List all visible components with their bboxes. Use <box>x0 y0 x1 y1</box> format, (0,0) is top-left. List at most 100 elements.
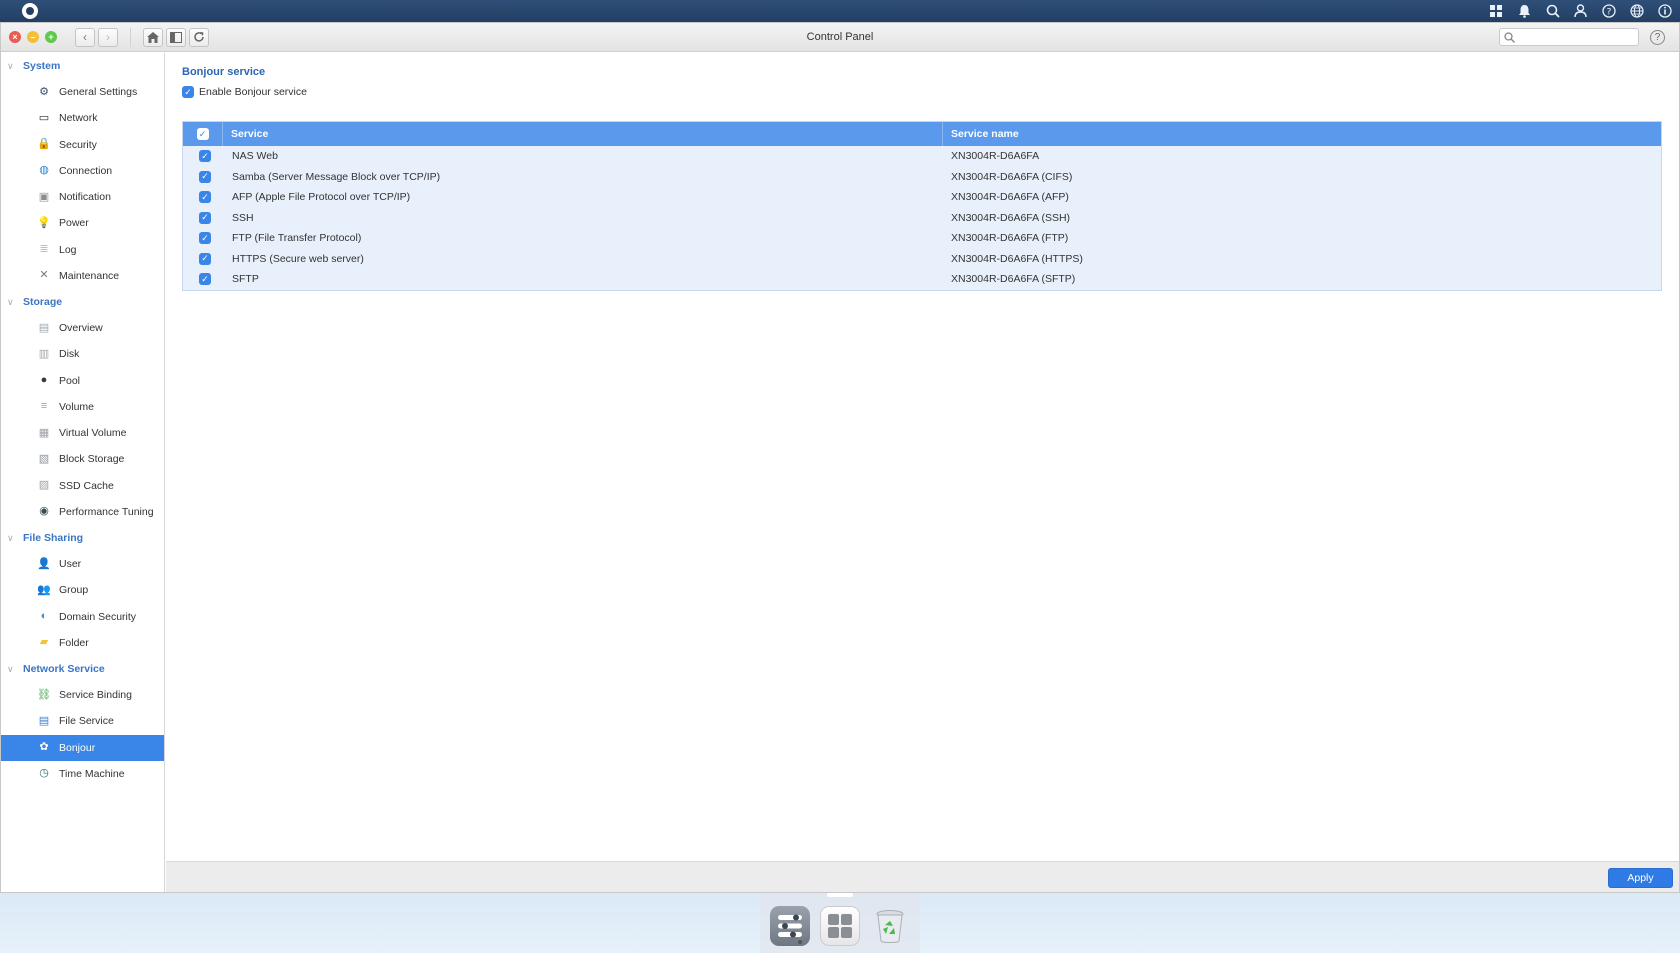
enable-bonjour-option[interactable]: ✓ Enable Bonjour service <box>182 86 307 98</box>
table-row[interactable]: ✓ SSH XN3004R-D6A6FA (SSH) <box>183 208 1661 229</box>
search-icon <box>1504 31 1515 43</box>
search-input[interactable] <box>1519 31 1629 43</box>
sidebar-item-group[interactable]: 👥 Group <box>1 577 164 603</box>
sidebar-item-domain-security[interactable]: ◐ Domain Security <box>1 604 164 630</box>
toggle-sidebar-button[interactable] <box>166 27 186 47</box>
sidebar-item-maintenance[interactable]: ✕ Maintenance <box>1 263 164 289</box>
sidebar-section-network-service[interactable]: ∨ Network Service <box>1 656 164 682</box>
sidebar-item-block-storage[interactable]: ▧ Block Storage <box>1 446 164 472</box>
sidebar-item-network[interactable]: ▭ Network <box>1 105 164 131</box>
maximize-window-button[interactable]: + <box>45 31 57 43</box>
row-checkbox[interactable]: ✓ <box>199 252 211 265</box>
sidebar-item-service-binding[interactable]: ⛓ Service Binding <box>1 682 164 708</box>
folder-icon: ▰ <box>39 636 49 649</box>
column-header-service-name[interactable]: Service name <box>943 128 1661 140</box>
notification-bell-icon[interactable] <box>1517 4 1532 19</box>
sidebar-item-label: Performance Tuning <box>59 505 154 518</box>
system-info-icon[interactable] <box>1657 4 1672 19</box>
table-row[interactable]: ✓ FTP (File Transfer Protocol) XN3004R-D6A… <box>183 228 1661 249</box>
services-table: ✓ Service Service name ✓ NAS Web XN3004R-D… <box>182 121 1662 291</box>
sidebar-item-notification[interactable]: ▣ Notification <box>1 184 164 210</box>
apps-grid-icon[interactable] <box>1489 4 1504 19</box>
sidebar-item-log[interactable]: ≣ Log <box>1 237 164 263</box>
minimize-window-button[interactable]: – <box>27 31 39 43</box>
bonjour-icon: ✿ <box>39 741 49 754</box>
sidebar-section-storage[interactable]: ∨ Storage <box>1 289 164 315</box>
dock-app-center[interactable] <box>820 906 860 946</box>
service-cell: Samba (Server Message Block over TCP/IP) <box>232 170 441 183</box>
row-checkbox[interactable]: ✓ <box>199 150 211 163</box>
file-service-icon: ▤ <box>38 714 50 727</box>
sidebar-section-file-sharing[interactable]: ∨ File Sharing <box>1 525 164 551</box>
sidebar-item-label: Disk <box>59 348 80 361</box>
sidebar-item-label: Time Machine <box>59 767 125 780</box>
overview-icon: ▤ <box>38 321 50 334</box>
help-icon[interactable]: ? <box>1601 4 1616 19</box>
sidebar-item-power[interactable]: 💡 Power <box>1 210 164 236</box>
check-icon: ✓ <box>201 212 209 223</box>
sidebar-item-security[interactable]: 🔒 Security <box>1 132 164 158</box>
sidebar-item-label: Virtual Volume <box>59 427 127 440</box>
forward-button[interactable]: › <box>98 27 118 47</box>
table-row[interactable]: ✓ AFP (Apple File Protocol over TCP/IP) XN… <box>183 187 1661 208</box>
sidebar-item-label: Pool <box>59 374 81 387</box>
search-icon[interactable] <box>1545 4 1560 19</box>
row-checkbox[interactable]: ✓ <box>199 191 211 204</box>
dock-handle[interactable] <box>827 893 853 897</box>
sidebar-item-label: File Service <box>59 715 114 728</box>
language-globe-icon[interactable] <box>1629 4 1644 19</box>
column-header-service[interactable]: Service <box>223 122 943 146</box>
sidebar-item-performance-tuning[interactable]: ◉ Performance Tuning <box>1 499 164 525</box>
help-button[interactable]: ? <box>1650 30 1665 45</box>
group-icon: 👥 <box>37 583 51 596</box>
apply-button[interactable]: Apply <box>1608 868 1673 888</box>
os-logo-icon[interactable] <box>22 3 38 19</box>
user-account-icon[interactable] <box>1573 4 1588 19</box>
sidebar-section-system[interactable]: ∨ System <box>1 53 164 79</box>
sidebar-item-folder[interactable]: ▰ Folder <box>1 630 164 656</box>
sidebar-item-overview[interactable]: ▤ Overview <box>1 315 164 341</box>
sidebar-toggle-icon <box>170 31 182 43</box>
service-name-cell: XN3004R-D6A6FA (HTTPS) <box>951 252 1083 265</box>
back-button[interactable]: ‹ <box>75 27 95 47</box>
sidebar-item-user[interactable]: 👤 User <box>1 551 164 577</box>
dock-recycle-bin[interactable] <box>870 906 910 946</box>
svg-text:?: ? <box>1606 8 1611 18</box>
sidebar-item-label: Block Storage <box>59 453 125 466</box>
enable-bonjour-checkbox[interactable]: ✓ <box>182 86 194 98</box>
sidebar-item-ssd-cache[interactable]: ▨ SSD Cache <box>1 473 164 499</box>
table-row[interactable]: ✓ HTTPS (Secure web server) XN3004R-D6A6FA… <box>183 249 1661 270</box>
row-checkbox[interactable]: ✓ <box>199 273 211 286</box>
select-all-checkbox[interactable]: ✓ <box>196 128 209 140</box>
sidebar-item-virtual-volume[interactable]: ▦ Virtual Volume <box>1 420 164 446</box>
dock-control-panel-app[interactable] <box>770 906 810 946</box>
sidebar-section-label: Network Service <box>23 663 105 675</box>
table-row[interactable]: ✓ Samba (Server Message Block over TCP/IP… <box>183 167 1661 188</box>
chevron-right-icon: › <box>106 30 110 44</box>
sidebar-item-volume[interactable]: ≡ Volume <box>1 394 164 420</box>
sidebar-item-pool[interactable]: ● Pool <box>1 368 164 394</box>
sidebar-item-file-service[interactable]: ▤ File Service <box>1 708 164 734</box>
sidebar-item-time-machine[interactable]: ◷ Time Machine <box>1 761 164 787</box>
time-machine-icon: ◷ <box>39 767 49 780</box>
check-icon: ✓ <box>201 191 209 202</box>
sidebar-section-label: Storage <box>23 296 63 308</box>
domain-security-icon: ◐ <box>40 610 48 623</box>
table-row[interactable]: ✓ SFTP XN3004R-D6A6FA (SFTP) <box>183 269 1661 290</box>
service-name-cell: XN3004R-D6A6FA (AFP) <box>951 191 1069 204</box>
sidebar-item-disk[interactable]: ▥ Disk <box>1 341 164 367</box>
home-button[interactable] <box>143 27 163 47</box>
row-checkbox[interactable]: ✓ <box>199 211 211 224</box>
sidebar-item-bonjour[interactable]: ✿ Bonjour <box>1 734 164 761</box>
table-row[interactable]: ✓ NAS Web XN3004R-D6A6FA <box>183 146 1661 167</box>
lightbulb-icon: 💡 <box>37 216 51 229</box>
search-box[interactable] <box>1499 28 1639 46</box>
sidebar-item-general-settings[interactable]: ⚙ General Settings <box>1 79 164 105</box>
row-checkbox[interactable]: ✓ <box>199 232 211 245</box>
window-title: Control Panel <box>806 31 874 43</box>
check-icon: ✓ <box>201 232 209 243</box>
close-window-button[interactable]: × <box>9 31 21 43</box>
sidebar-item-connection[interactable]: ◍ Connection <box>1 158 164 184</box>
row-checkbox[interactable]: ✓ <box>199 170 211 183</box>
refresh-button[interactable] <box>189 27 209 47</box>
